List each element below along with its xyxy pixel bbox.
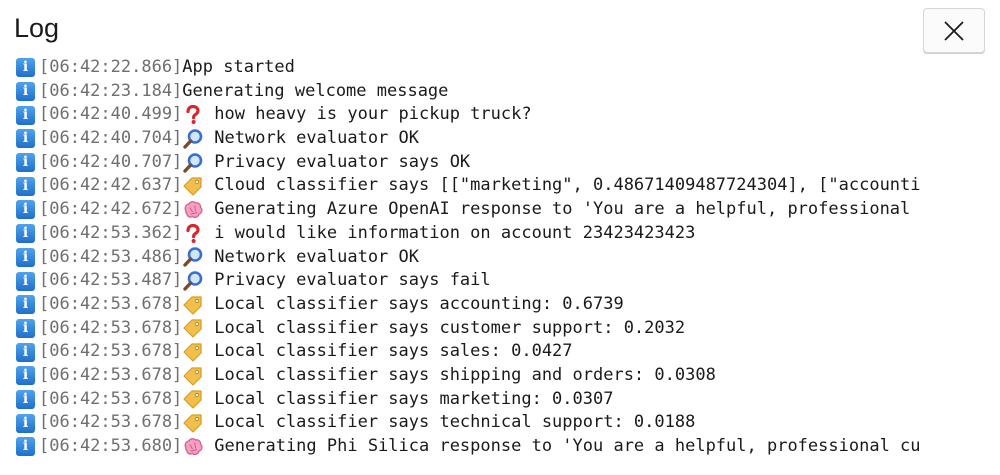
log-entry: i [06:42:53.678] Local classifier says tec… [16,411,986,435]
magnifying-glass-icon [182,128,204,150]
info-icon: i [16,153,35,173]
log-entry: i [06:42:53.680] Generating Phi Silica res… [16,435,986,459]
label-tag-icon [182,412,204,434]
log-message: Network evaluator OK [214,128,419,149]
log-message: Network evaluator OK [214,246,419,267]
log-timestamp: [06:42:53.678] [39,412,183,433]
log-timestamp: [06:42:23.184] [39,80,183,101]
log-entry: i [06:42:53.678] Local classifier says shi… [16,364,986,388]
info-icon: i [16,105,35,125]
log-timestamp: [06:42:40.704] [39,128,183,149]
label-tag-icon [182,294,204,316]
log-timestamp: [06:42:22.866] [39,57,183,77]
log-message: Local classifier says customer support: … [214,317,686,338]
log-timestamp: [06:42:53.362] [39,222,183,243]
log-entry: i [06:42:53.678] Local classifier says acc… [16,293,986,317]
log-entry: i [06:42:53.678] Local classifier says cus… [16,317,986,341]
log-timestamp: [06:42:53.678] [39,293,183,314]
log-entry: i [06:42:53.362] i would like information … [16,222,986,246]
log-entry: i [06:42:40.704] Network evaluator OK [16,127,986,151]
log-message: Generating Azure OpenAI response to 'You… [214,199,911,220]
log-timestamp: [06:42:42.672] [39,199,183,220]
log-panel: Log i [06:42:22.866] App started i [06:42:23… [0,0,1000,475]
log-timestamp: [06:42:53.678] [39,317,183,338]
info-icon: i [16,224,35,244]
info-icon: i [16,58,35,78]
info-icon: i [16,176,35,196]
info-icon: i [16,437,35,457]
magnifying-glass-icon [182,246,204,268]
log-message: i would like information on account 2342… [214,222,696,243]
log-entry: i [06:42:40.499] how heavy is your pickup … [16,103,986,127]
label-tag-icon [182,317,204,339]
log-message: Local classifier says sales: 0.0427 [214,341,573,362]
label-tag-icon [182,175,204,197]
label-tag-icon [182,341,204,363]
info-icon: i [16,318,35,338]
log-entry: i [06:42:53.486] Network evaluator OK [16,246,986,270]
info-icon: i [16,247,35,267]
log-message: Privacy evaluator says OK [214,151,471,172]
log-entry: i [06:42:23.184] Generating welcome messag… [16,80,986,104]
close-button[interactable] [923,8,985,53]
log-message: App started [182,57,295,77]
info-icon: i [16,342,35,362]
info-icon: i [16,366,35,386]
info-icon: i [16,82,35,102]
log-message: Local classifier says shipping and order… [214,364,716,385]
info-icon: i [16,389,35,409]
log-entry: i [06:42:42.672] Generating Azure OpenAI r… [16,198,986,222]
log-message: how heavy is your pickup truck? [214,104,532,125]
red-question-mark-icon [182,223,204,245]
red-question-mark-icon [182,104,204,126]
label-tag-icon [182,365,204,387]
info-icon: i [16,200,35,220]
info-icon: i [16,271,35,291]
log-entry: i [06:42:53.678] Local classifier says sal… [16,340,986,364]
info-icon: i [16,129,35,149]
log-timestamp: [06:42:53.680] [39,436,183,456]
log-entry: i [06:42:42.637] Cloud classifier says [["… [16,174,986,198]
log-message: Privacy evaluator says fail [214,270,491,291]
info-icon: i [16,413,35,433]
log-list[interactable]: i [06:42:22.866] App started i [06:42:23.184… [16,56,986,475]
log-timestamp: [06:42:53.678] [39,341,183,362]
log-entry: i [06:42:53.678] Local classifier says mar… [16,388,986,412]
log-timestamp: [06:42:40.499] [39,104,183,125]
page-title: Log [14,13,60,43]
brain-icon [182,436,204,458]
log-timestamp: [06:42:53.678] [39,388,183,409]
log-timestamp: [06:42:40.707] [39,151,183,172]
log-entry: i [06:42:40.707] Privacy evaluator says OK [16,151,986,175]
log-timestamp: [06:42:42.637] [39,175,183,196]
log-message: Local classifier says accounting: 0.6739 [214,293,624,314]
log-message: Generating Phi Silica response to 'You a… [214,436,921,456]
log-timestamp: [06:42:53.678] [39,364,183,385]
close-icon [943,20,965,42]
log-timestamp: [06:42:53.487] [39,270,183,291]
log-timestamp: [06:42:53.486] [39,246,183,267]
magnifying-glass-icon [182,270,204,292]
log-message: Local classifier says technical support:… [214,412,696,433]
log-message: Local classifier says marketing: 0.0307 [214,388,614,409]
log-entry: i [06:42:53.487] Privacy evaluator says fa… [16,269,986,293]
log-message: Generating welcome message [182,80,449,101]
magnifying-glass-icon [182,152,204,174]
brain-icon [182,199,204,221]
log-entry: i [06:42:22.866] App started [16,56,986,80]
info-icon: i [16,295,35,315]
log-message: Cloud classifier says [["marketing", 0.4… [214,175,921,196]
label-tag-icon [182,388,204,410]
